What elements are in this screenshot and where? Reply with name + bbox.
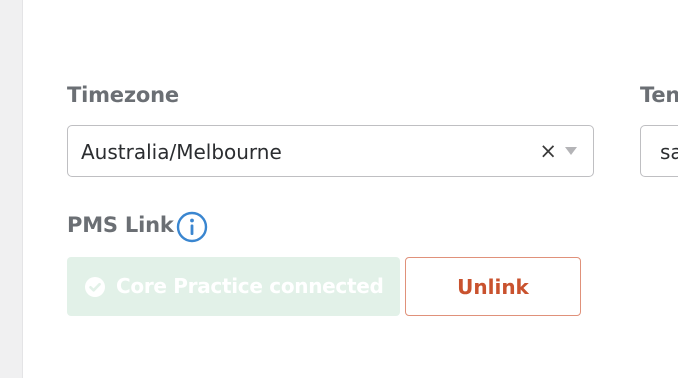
caret-down-icon[interactable]: [565, 147, 577, 155]
tenant-field[interactable]: sa: [640, 125, 678, 177]
timezone-label: Timezone: [67, 83, 179, 107]
pms-connected-text: Core Practice connected: [116, 274, 384, 298]
tenant-label: Ten: [640, 83, 678, 107]
pms-connected-status: Core Practice connected: [67, 257, 400, 316]
tenant-field-value: sa: [660, 140, 678, 164]
unlink-button[interactable]: Unlink: [405, 257, 581, 316]
settings-panel: Timezone Australia/Melbourne × Ten sa PM…: [0, 0, 678, 378]
timezone-select[interactable]: Australia/Melbourne ×: [67, 125, 594, 177]
check-circle-icon: [85, 277, 105, 297]
left-sidebar-edge: [0, 0, 23, 378]
pms-link-label: PMS Link: [67, 213, 174, 237]
timezone-selected-value: Australia/Melbourne: [81, 140, 282, 164]
info-circle-icon[interactable]: [176, 211, 208, 243]
close-icon[interactable]: ×: [539, 139, 557, 163]
